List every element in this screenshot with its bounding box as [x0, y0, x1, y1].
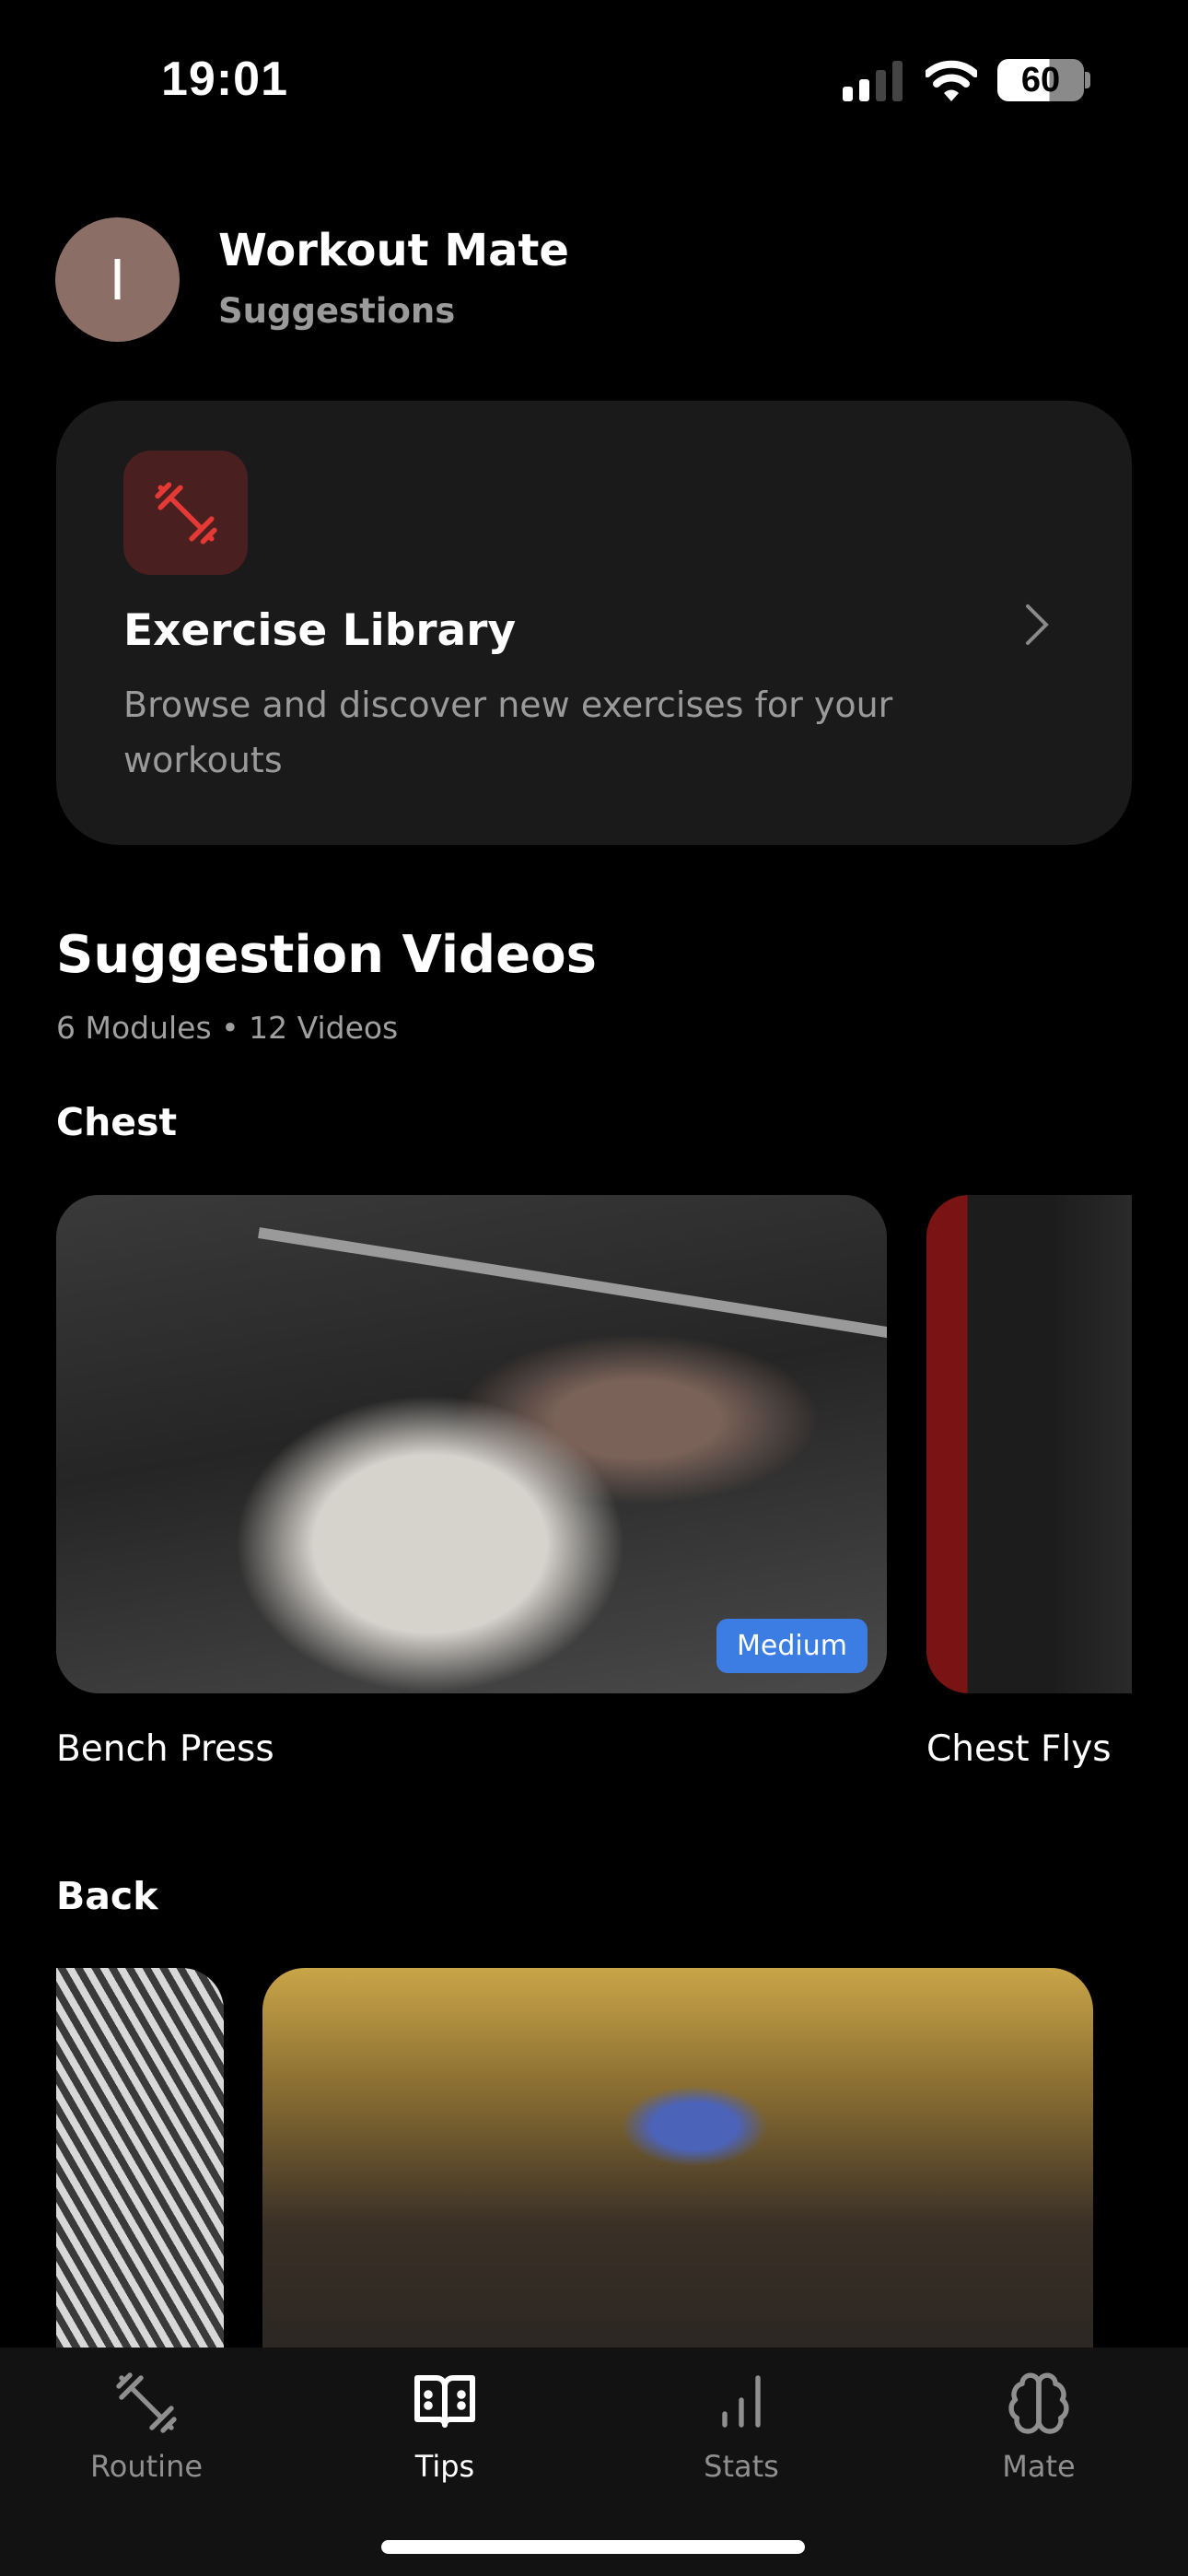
tab-label: Tips	[414, 2449, 475, 2484]
tab-mate[interactable]: Mate	[938, 2370, 1140, 2508]
book-open-icon	[414, 2375, 475, 2428]
brain-icon	[1008, 2372, 1069, 2434]
difficulty-badge: Medium	[716, 1619, 868, 1673]
video-thumbnail-back-2[interactable]	[262, 1968, 1093, 2364]
tab-stats[interactable]: Stats	[640, 2370, 843, 2508]
chevron-right-icon[interactable]	[1019, 602, 1055, 648]
video-thumbnail-back-1[interactable]	[56, 1968, 224, 2364]
exercise-library-icon-box	[123, 451, 248, 575]
tab-routine[interactable]: Routine	[45, 2370, 248, 2508]
status-time: 19:01	[161, 53, 288, 106]
exercise-library-card[interactable]: Exercise Library Browse and discover new…	[56, 401, 1132, 845]
cellular-signal-icon	[843, 61, 903, 101]
avatar[interactable]: I	[55, 217, 180, 342]
home-indicator[interactable]	[381, 2540, 805, 2554]
barbell-graphic	[258, 1227, 887, 1340]
tab-label: Routine	[89, 2449, 204, 2484]
dumbbell-icon	[154, 481, 217, 544]
video-thumbnail-bench-press[interactable]: Medium	[56, 1195, 887, 1693]
exercise-library-description: Browse and discover new exercises for yo…	[123, 685, 893, 780]
module-title-back: Back	[56, 1874, 158, 1918]
battery-tip	[1085, 72, 1090, 88]
tab-tips[interactable]: Tips	[344, 2370, 546, 2508]
app-title: Workout Mate	[218, 225, 569, 276]
bar-chart-icon	[722, 2375, 761, 2428]
section-meta: 6 Modules • 12 Videos	[56, 1010, 399, 1046]
module-title-chest: Chest	[56, 1100, 178, 1144]
video-thumbnail-chest-flys[interactable]	[926, 1195, 1132, 1693]
tab-label: Stats	[704, 2449, 779, 2484]
dumbbell-icon	[116, 2372, 177, 2433]
video-title-chest-flys[interactable]: Chest Flys	[926, 1728, 1112, 1770]
page-subtitle: Suggestions	[218, 291, 456, 331]
wifi-icon	[926, 60, 977, 101]
video-title-bench-press[interactable]: Bench Press	[56, 1728, 274, 1770]
tab-label: Mate	[1002, 2449, 1076, 2484]
battery-indicator: 60	[997, 59, 1084, 101]
section-title: Suggestion Videos	[56, 925, 597, 985]
exercise-library-title: Exercise Library	[123, 605, 517, 656]
